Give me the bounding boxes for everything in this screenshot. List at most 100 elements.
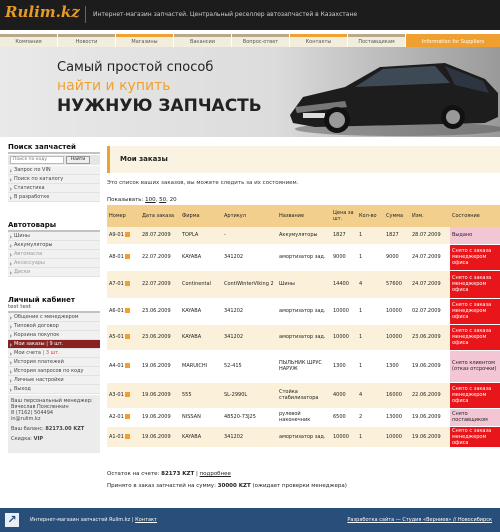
cell-num: А1-01 [107,426,140,448]
cell-sum: 9000 [384,244,410,271]
cell-art-text: 341202 [224,433,244,440]
cell-num-text: А6-01 [109,308,124,314]
table-row[interactable]: А4-01 19.06.2009 MARUICHI 52-415 ПЫЛЬНИК ШРУ… [107,350,500,383]
account-balance-details-link[interactable]: подробнее [200,471,231,477]
cell-date-text: 23.06.2009 [142,308,171,314]
table-row[interactable]: А6-01 23.06.2009 KAYABA 341202 амортизатор з… [107,298,500,325]
table-row[interactable]: А8-01 22.07.2009 KAYABA 341202 амортизатор з… [107,244,500,271]
cell-changed-text: 19.06.2009 [412,414,441,420]
promo-banner: Самый простой способ найти и купить НУЖН… [0,47,500,137]
nav-item-contacts[interactable]: Контакты [290,34,347,47]
cell-name-text: Аккумуляторы [279,232,318,239]
cell-date-text: 28.07.2009 [142,232,171,239]
cell-firm-text: Continental [182,281,211,287]
table-row[interactable]: А9-01 28.07.2009 TOPLA - Аккумуляторы 1827 1 18… [107,227,500,245]
sidebar-item-vin[interactable]: Запрос по VIN [8,166,100,175]
sidebar-item-payments[interactable]: История платежей [8,358,100,367]
order-flag-icon[interactable] [124,232,130,238]
sidebar-item-cart[interactable]: Корзина покупок [8,331,100,340]
manager-email[interactable]: in@rulim.kz [11,416,97,422]
orders-table-body: А9-01 28.07.2009 TOPLA - Аккумуляторы 1827 1 18… [107,227,500,448]
cell-art: - [222,227,277,245]
nav-item-faq[interactable]: Вопрос-ответ [232,34,289,47]
footer-contact-link[interactable]: Контакт [135,517,157,523]
nav-item-suppliers[interactable]: Поставщикам [348,34,405,47]
nav-item-vacancies[interactable]: Вакансии [174,34,231,47]
table-row[interactable]: А1-01 19.06.2009 KAYABA 341202 амортизатор з… [107,426,500,448]
cell-state: Выдано [450,227,500,245]
sidebar-item-stats[interactable]: Статистика [8,184,100,193]
nav-item-info-suppliers[interactable]: Information for Suppliers [406,34,500,47]
sidebar-item-accessories[interactable]: Аксессуары [8,259,100,268]
cell-state: Снято с заказа менеджером офиса [450,270,500,299]
table-row[interactable]: А3-01 19.06.2009 555 SL-2990L Стойка стабили… [107,382,500,409]
cell-state: Снято с заказа менеджером офиса [450,426,500,448]
sidebar-item-logout[interactable]: Выход [8,385,100,394]
order-flag-icon[interactable] [124,433,130,439]
sidebar-item-catalog[interactable]: Поиск по каталогу [8,175,100,184]
sidebar-item-settings[interactable]: Личные настройки [8,376,100,385]
my-bills-label: Мои счета [14,350,41,356]
cell-num: А8-01 [107,244,140,271]
sidebar-item-tires[interactable]: Шины [8,232,100,241]
sidebar-item-contract[interactable]: Типовой договор [8,322,100,331]
sidebar-item-dev[interactable]: В разработке [8,193,100,202]
order-flag-icon[interactable] [124,414,130,419]
site-logo[interactable]: Rulim.kz [5,3,80,21]
sidebar-item-code-requests[interactable]: История запросов по коду [8,367,100,376]
order-flag-icon[interactable] [124,363,130,368]
search-input[interactable]: Поиск по коду [10,156,64,164]
order-flag-icon[interactable] [124,281,130,286]
table-row[interactable]: А2-01 19.06.2009 NISSAN 48520-73J25 рулевой … [107,408,500,427]
cell-firm: MARUICHI [180,350,222,383]
cell-state: Снято с заказа менеджером офиса [450,324,500,351]
sidebar-item-batteries[interactable]: Аккумуляторы [8,241,100,250]
cell-price-text: 10000 [333,334,349,340]
footer-left: Интернет-магазин запчастей Rulim.kz | Ко… [30,517,157,523]
cell-state: Снято клиентом (отказ отсрочки) [450,350,500,383]
cell-price: 10000 [331,298,357,325]
order-flag-icon[interactable] [124,334,130,339]
cell-num-text: А3-01 [109,392,124,398]
cell-name: Стойка стабилизатора [277,382,331,409]
cell-changed-text: 22.06.2009 [412,392,441,398]
sidebar-item-chat-manager[interactable]: Общение с менеджером [8,313,100,322]
nav-item-company[interactable]: Компания [0,34,57,47]
cell-date-text: 19.06.2009 [142,433,171,440]
cell-art-text: 48520-73J25 [224,414,256,420]
show-option-100[interactable]: 100 [145,197,156,203]
cell-changed-text: 24.07.2009 [412,281,441,287]
cell-art: 52-415 [222,350,277,383]
cell-qty-text: 4 [359,392,363,398]
sidebar-item-my-bills[interactable]: Мои счета | 3 шт. [8,349,100,358]
order-flag-icon[interactable] [124,308,130,313]
search-form: Поиск по коду Найти [8,155,100,165]
cell-qty-text: 1 [359,232,363,239]
cell-state-text: Снято с заказа менеджером офиса [452,275,492,293]
order-flag-icon[interactable] [124,254,130,259]
nav-item-news[interactable]: Новости [58,34,115,47]
footer-dev-credit[interactable]: Разработка сайта — Студия «Верниев» // Н… [347,517,492,523]
cell-art-text: 341202 [224,334,244,340]
col-name: Название [277,205,331,227]
top-navigation: Компания Новости Магазины Вакансии Вопро… [0,34,500,47]
table-row[interactable]: А5-01 23.06.2009 KAYABA 341202 амортизатор з… [107,324,500,351]
banner-line-3: НУЖНУЮ ЗАПЧАСТЬ [57,96,262,116]
sidebar-item-oils[interactable]: Автомасла [8,250,100,259]
nav-item-shops[interactable]: Магазины [116,34,173,47]
search-button[interactable]: Найти [66,156,90,164]
cell-qty-text: 1 [359,334,363,340]
cell-price-text: 14400 [333,281,349,287]
account-balance-line: Остаток на счете: 82173 KZT | подробнее [107,471,231,477]
table-row[interactable]: А7-01 22.07.2009 Continental ContiWinterVik… [107,270,500,299]
show-option-50[interactable]: 50 [159,197,166,203]
col-number: Номер [107,205,140,227]
order-flag-icon[interactable] [124,392,130,397]
cell-date-text: 22.07.2009 [142,254,171,260]
cell-state-text: Снято с заказа менеджером офиса [452,248,492,266]
cell-sum: 13000 [384,408,410,427]
cell-date: 19.06.2009 [140,426,180,448]
show-option-20[interactable]: 20 [170,197,177,203]
sidebar-item-wheels[interactable]: Диски [8,268,100,277]
sidebar-item-my-orders[interactable]: Мои заказы | 9 шт. [8,340,100,349]
